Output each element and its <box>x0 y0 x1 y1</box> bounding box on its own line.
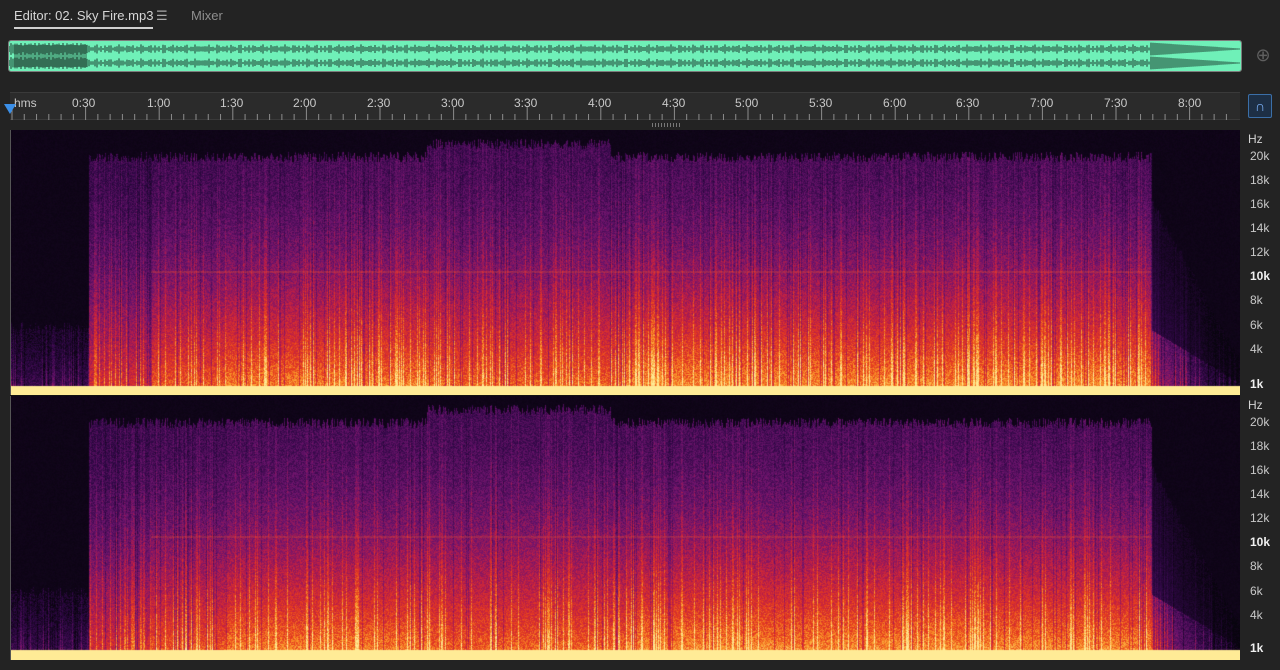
overview-navigator[interactable] <box>8 40 1242 72</box>
active-tab-underline <box>14 27 154 29</box>
frequency-scale-channel-2: Hz 20k 18k 16k 14k 12k 10k 8k 6k 4k 1k <box>1240 396 1280 660</box>
ruler-label: 4:30 <box>662 96 686 110</box>
frequency-label: 18k <box>1250 439 1270 453</box>
panel-tab-bar: Editor: 02. Sky Fire.mp3 ☰ Mixer <box>0 0 1280 34</box>
tab-mixer[interactable]: Mixer <box>191 0 223 32</box>
time-ruler[interactable]: hms 0:30 1:00 1:30 2:00 2:30 3:00 3:30 4… <box>10 92 1240 120</box>
tab-editor-label: Editor: 02. Sky Fire.mp3 <box>14 8 154 23</box>
panel-menu-icon[interactable]: ☰ <box>156 0 168 32</box>
frequency-unit-label: Hz <box>1248 132 1263 146</box>
ruler-label: 2:00 <box>293 96 317 110</box>
ruler-label: 5:00 <box>735 96 759 110</box>
frequency-label: 10k <box>1250 535 1271 549</box>
zoom-navigator-icon[interactable]: ⊕ <box>1252 44 1274 66</box>
ruler-label: 1:00 <box>147 96 171 110</box>
frequency-label: 16k <box>1250 197 1270 211</box>
frequency-unit-label: Hz <box>1248 398 1263 412</box>
playhead-marker[interactable] <box>4 104 16 114</box>
frequency-label: 8k <box>1250 559 1263 573</box>
frequency-scale-channel-1: Hz 20k 18k 16k 14k 12k 10k 8k 6k 4k 1k <box>1240 130 1280 396</box>
spectrogram-right <box>11 396 1240 660</box>
ruler-label: 6:00 <box>883 96 907 110</box>
spectrogram-left <box>11 130 1240 396</box>
resize-handle[interactable] <box>652 123 680 127</box>
frequency-label: 12k <box>1250 245 1270 259</box>
frequency-label: 10k <box>1250 269 1271 283</box>
overview-waveform-graphic <box>9 41 1241 71</box>
overview-waveform[interactable] <box>8 40 1242 72</box>
frequency-label: 12k <box>1250 511 1270 525</box>
spectral-display-channel-1[interactable] <box>10 130 1240 396</box>
frequency-label: 20k <box>1250 149 1270 163</box>
ruler-label: 3:30 <box>514 96 538 110</box>
ruler-label: 3:00 <box>441 96 465 110</box>
frequency-label: 6k <box>1250 584 1263 598</box>
frequency-label: 20k <box>1250 415 1270 429</box>
tab-editor[interactable]: Editor: 02. Sky Fire.mp3 <box>14 0 154 32</box>
frequency-label: 16k <box>1250 463 1270 477</box>
frequency-label: 4k <box>1250 608 1263 622</box>
ruler-label: 0:30 <box>72 96 96 110</box>
frequency-label: 1k <box>1250 377 1264 391</box>
ruler-label: 8:00 <box>1178 96 1202 110</box>
ruler-label: 7:00 <box>1030 96 1054 110</box>
ruler-label: 4:00 <box>588 96 612 110</box>
ruler-label: 1:30 <box>220 96 244 110</box>
frequency-label: 14k <box>1250 221 1270 235</box>
frequency-label: 8k <box>1250 293 1263 307</box>
frequency-label: 14k <box>1250 487 1270 501</box>
frequency-label: 18k <box>1250 173 1270 187</box>
frequency-label: 4k <box>1250 342 1263 356</box>
ruler-label: 6:30 <box>956 96 980 110</box>
frequency-label: 1k <box>1250 641 1264 655</box>
spectral-display-channel-2[interactable] <box>10 396 1240 660</box>
ruler-unit-label: hms <box>14 96 37 110</box>
ruler-label: 2:30 <box>367 96 391 110</box>
frequency-label: 6k <box>1250 318 1263 332</box>
ruler-label: 5:30 <box>809 96 833 110</box>
ruler-label: 7:30 <box>1104 96 1128 110</box>
magnet-icon[interactable]: ∩ <box>1248 94 1272 118</box>
ruler-ticks <box>11 107 1227 120</box>
